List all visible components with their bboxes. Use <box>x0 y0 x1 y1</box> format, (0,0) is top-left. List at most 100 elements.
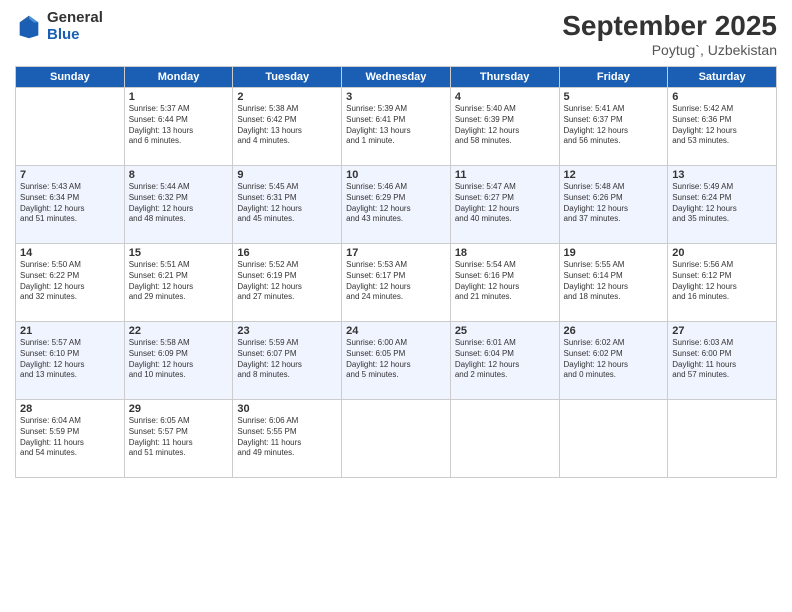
day-info: Sunrise: 5:59 AMSunset: 6:07 PMDaylight:… <box>237 338 337 381</box>
calendar-cell: 24Sunrise: 6:00 AMSunset: 6:05 PMDayligh… <box>342 322 451 400</box>
day-info: Sunrise: 6:02 AMSunset: 6:02 PMDaylight:… <box>564 338 664 381</box>
header-row: Sunday Monday Tuesday Wednesday Thursday… <box>16 67 777 88</box>
day-number: 2 <box>237 91 337 103</box>
day-info: Sunrise: 5:43 AMSunset: 6:34 PMDaylight:… <box>20 182 120 225</box>
day-number: 1 <box>129 91 229 103</box>
calendar-cell: 11Sunrise: 5:47 AMSunset: 6:27 PMDayligh… <box>450 166 559 244</box>
day-info: Sunrise: 5:41 AMSunset: 6:37 PMDaylight:… <box>564 104 664 147</box>
day-info: Sunrise: 5:56 AMSunset: 6:12 PMDaylight:… <box>672 260 772 303</box>
day-number: 5 <box>564 91 664 103</box>
day-number: 19 <box>564 247 664 259</box>
day-number: 4 <box>455 91 555 103</box>
calendar-cell: 4Sunrise: 5:40 AMSunset: 6:39 PMDaylight… <box>450 88 559 166</box>
calendar-cell: 18Sunrise: 5:54 AMSunset: 6:16 PMDayligh… <box>450 244 559 322</box>
day-info: Sunrise: 5:51 AMSunset: 6:21 PMDaylight:… <box>129 260 229 303</box>
day-info: Sunrise: 5:55 AMSunset: 6:14 PMDaylight:… <box>564 260 664 303</box>
day-info: Sunrise: 5:39 AMSunset: 6:41 PMDaylight:… <box>346 104 446 147</box>
header: General Blue September 2025 Poytug`, Uzb… <box>15 10 777 58</box>
calendar-cell: 17Sunrise: 5:53 AMSunset: 6:17 PMDayligh… <box>342 244 451 322</box>
calendar-cell: 2Sunrise: 5:38 AMSunset: 6:42 PMDaylight… <box>233 88 342 166</box>
day-info: Sunrise: 5:49 AMSunset: 6:24 PMDaylight:… <box>672 182 772 225</box>
day-number: 12 <box>564 169 664 181</box>
calendar-cell: 29Sunrise: 6:05 AMSunset: 5:57 PMDayligh… <box>124 400 233 478</box>
day-number: 18 <box>455 247 555 259</box>
day-number: 27 <box>672 325 772 337</box>
col-thursday: Thursday <box>450 67 559 88</box>
day-info: Sunrise: 5:47 AMSunset: 6:27 PMDaylight:… <box>455 182 555 225</box>
calendar-cell: 30Sunrise: 6:06 AMSunset: 5:55 PMDayligh… <box>233 400 342 478</box>
day-number: 28 <box>20 403 120 415</box>
calendar-cell: 14Sunrise: 5:50 AMSunset: 6:22 PMDayligh… <box>16 244 125 322</box>
week-row-5: 28Sunrise: 6:04 AMSunset: 5:59 PMDayligh… <box>16 400 777 478</box>
day-info: Sunrise: 6:05 AMSunset: 5:57 PMDaylight:… <box>129 416 229 459</box>
day-number: 8 <box>129 169 229 181</box>
col-saturday: Saturday <box>668 67 777 88</box>
calendar-cell: 16Sunrise: 5:52 AMSunset: 6:19 PMDayligh… <box>233 244 342 322</box>
day-info: Sunrise: 5:44 AMSunset: 6:32 PMDaylight:… <box>129 182 229 225</box>
day-info: Sunrise: 5:48 AMSunset: 6:26 PMDaylight:… <box>564 182 664 225</box>
title-area: September 2025 Poytug`, Uzbekistan <box>562 10 777 58</box>
day-number: 7 <box>20 169 120 181</box>
col-tuesday: Tuesday <box>233 67 342 88</box>
calendar-cell: 25Sunrise: 6:01 AMSunset: 6:04 PMDayligh… <box>450 322 559 400</box>
day-number: 15 <box>129 247 229 259</box>
day-number: 30 <box>237 403 337 415</box>
day-info: Sunrise: 6:03 AMSunset: 6:00 PMDaylight:… <box>672 338 772 381</box>
calendar-cell: 5Sunrise: 5:41 AMSunset: 6:37 PMDaylight… <box>559 88 668 166</box>
calendar-cell: 19Sunrise: 5:55 AMSunset: 6:14 PMDayligh… <box>559 244 668 322</box>
calendar-cell <box>342 400 451 478</box>
week-row-3: 14Sunrise: 5:50 AMSunset: 6:22 PMDayligh… <box>16 244 777 322</box>
calendar-cell: 6Sunrise: 5:42 AMSunset: 6:36 PMDaylight… <box>668 88 777 166</box>
day-info: Sunrise: 6:00 AMSunset: 6:05 PMDaylight:… <box>346 338 446 381</box>
logo-text: General Blue <box>47 10 103 43</box>
week-row-2: 7Sunrise: 5:43 AMSunset: 6:34 PMDaylight… <box>16 166 777 244</box>
calendar-cell <box>668 400 777 478</box>
logo-icon <box>15 13 43 41</box>
day-number: 26 <box>564 325 664 337</box>
calendar-cell: 22Sunrise: 5:58 AMSunset: 6:09 PMDayligh… <box>124 322 233 400</box>
day-info: Sunrise: 5:38 AMSunset: 6:42 PMDaylight:… <box>237 104 337 147</box>
day-number: 16 <box>237 247 337 259</box>
calendar-cell: 20Sunrise: 5:56 AMSunset: 6:12 PMDayligh… <box>668 244 777 322</box>
calendar-cell: 13Sunrise: 5:49 AMSunset: 6:24 PMDayligh… <box>668 166 777 244</box>
day-info: Sunrise: 5:52 AMSunset: 6:19 PMDaylight:… <box>237 260 337 303</box>
calendar-cell: 28Sunrise: 6:04 AMSunset: 5:59 PMDayligh… <box>16 400 125 478</box>
day-number: 6 <box>672 91 772 103</box>
day-number: 29 <box>129 403 229 415</box>
week-row-1: 1Sunrise: 5:37 AMSunset: 6:44 PMDaylight… <box>16 88 777 166</box>
day-number: 11 <box>455 169 555 181</box>
day-number: 3 <box>346 91 446 103</box>
day-number: 9 <box>237 169 337 181</box>
logo: General Blue <box>15 10 103 43</box>
calendar-cell: 1Sunrise: 5:37 AMSunset: 6:44 PMDaylight… <box>124 88 233 166</box>
day-info: Sunrise: 6:01 AMSunset: 6:04 PMDaylight:… <box>455 338 555 381</box>
day-number: 13 <box>672 169 772 181</box>
day-number: 10 <box>346 169 446 181</box>
day-info: Sunrise: 5:37 AMSunset: 6:44 PMDaylight:… <box>129 104 229 147</box>
calendar-table: Sunday Monday Tuesday Wednesday Thursday… <box>15 66 777 478</box>
day-info: Sunrise: 5:57 AMSunset: 6:10 PMDaylight:… <box>20 338 120 381</box>
col-wednesday: Wednesday <box>342 67 451 88</box>
day-number: 22 <box>129 325 229 337</box>
day-info: Sunrise: 5:58 AMSunset: 6:09 PMDaylight:… <box>129 338 229 381</box>
day-info: Sunrise: 5:42 AMSunset: 6:36 PMDaylight:… <box>672 104 772 147</box>
day-number: 14 <box>20 247 120 259</box>
day-number: 24 <box>346 325 446 337</box>
calendar-page: General Blue September 2025 Poytug`, Uzb… <box>0 0 792 612</box>
day-info: Sunrise: 5:45 AMSunset: 6:31 PMDaylight:… <box>237 182 337 225</box>
day-number: 25 <box>455 325 555 337</box>
col-friday: Friday <box>559 67 668 88</box>
calendar-cell: 8Sunrise: 5:44 AMSunset: 6:32 PMDaylight… <box>124 166 233 244</box>
calendar-cell: 12Sunrise: 5:48 AMSunset: 6:26 PMDayligh… <box>559 166 668 244</box>
calendar-cell: 9Sunrise: 5:45 AMSunset: 6:31 PMDaylight… <box>233 166 342 244</box>
calendar-cell: 7Sunrise: 5:43 AMSunset: 6:34 PMDaylight… <box>16 166 125 244</box>
logo-general: General <box>47 10 103 27</box>
day-info: Sunrise: 5:40 AMSunset: 6:39 PMDaylight:… <box>455 104 555 147</box>
day-number: 17 <box>346 247 446 259</box>
calendar-cell: 27Sunrise: 6:03 AMSunset: 6:00 PMDayligh… <box>668 322 777 400</box>
calendar-cell <box>559 400 668 478</box>
day-number: 23 <box>237 325 337 337</box>
month-title: September 2025 <box>562 10 777 42</box>
day-number: 20 <box>672 247 772 259</box>
logo-blue: Blue <box>47 27 103 44</box>
